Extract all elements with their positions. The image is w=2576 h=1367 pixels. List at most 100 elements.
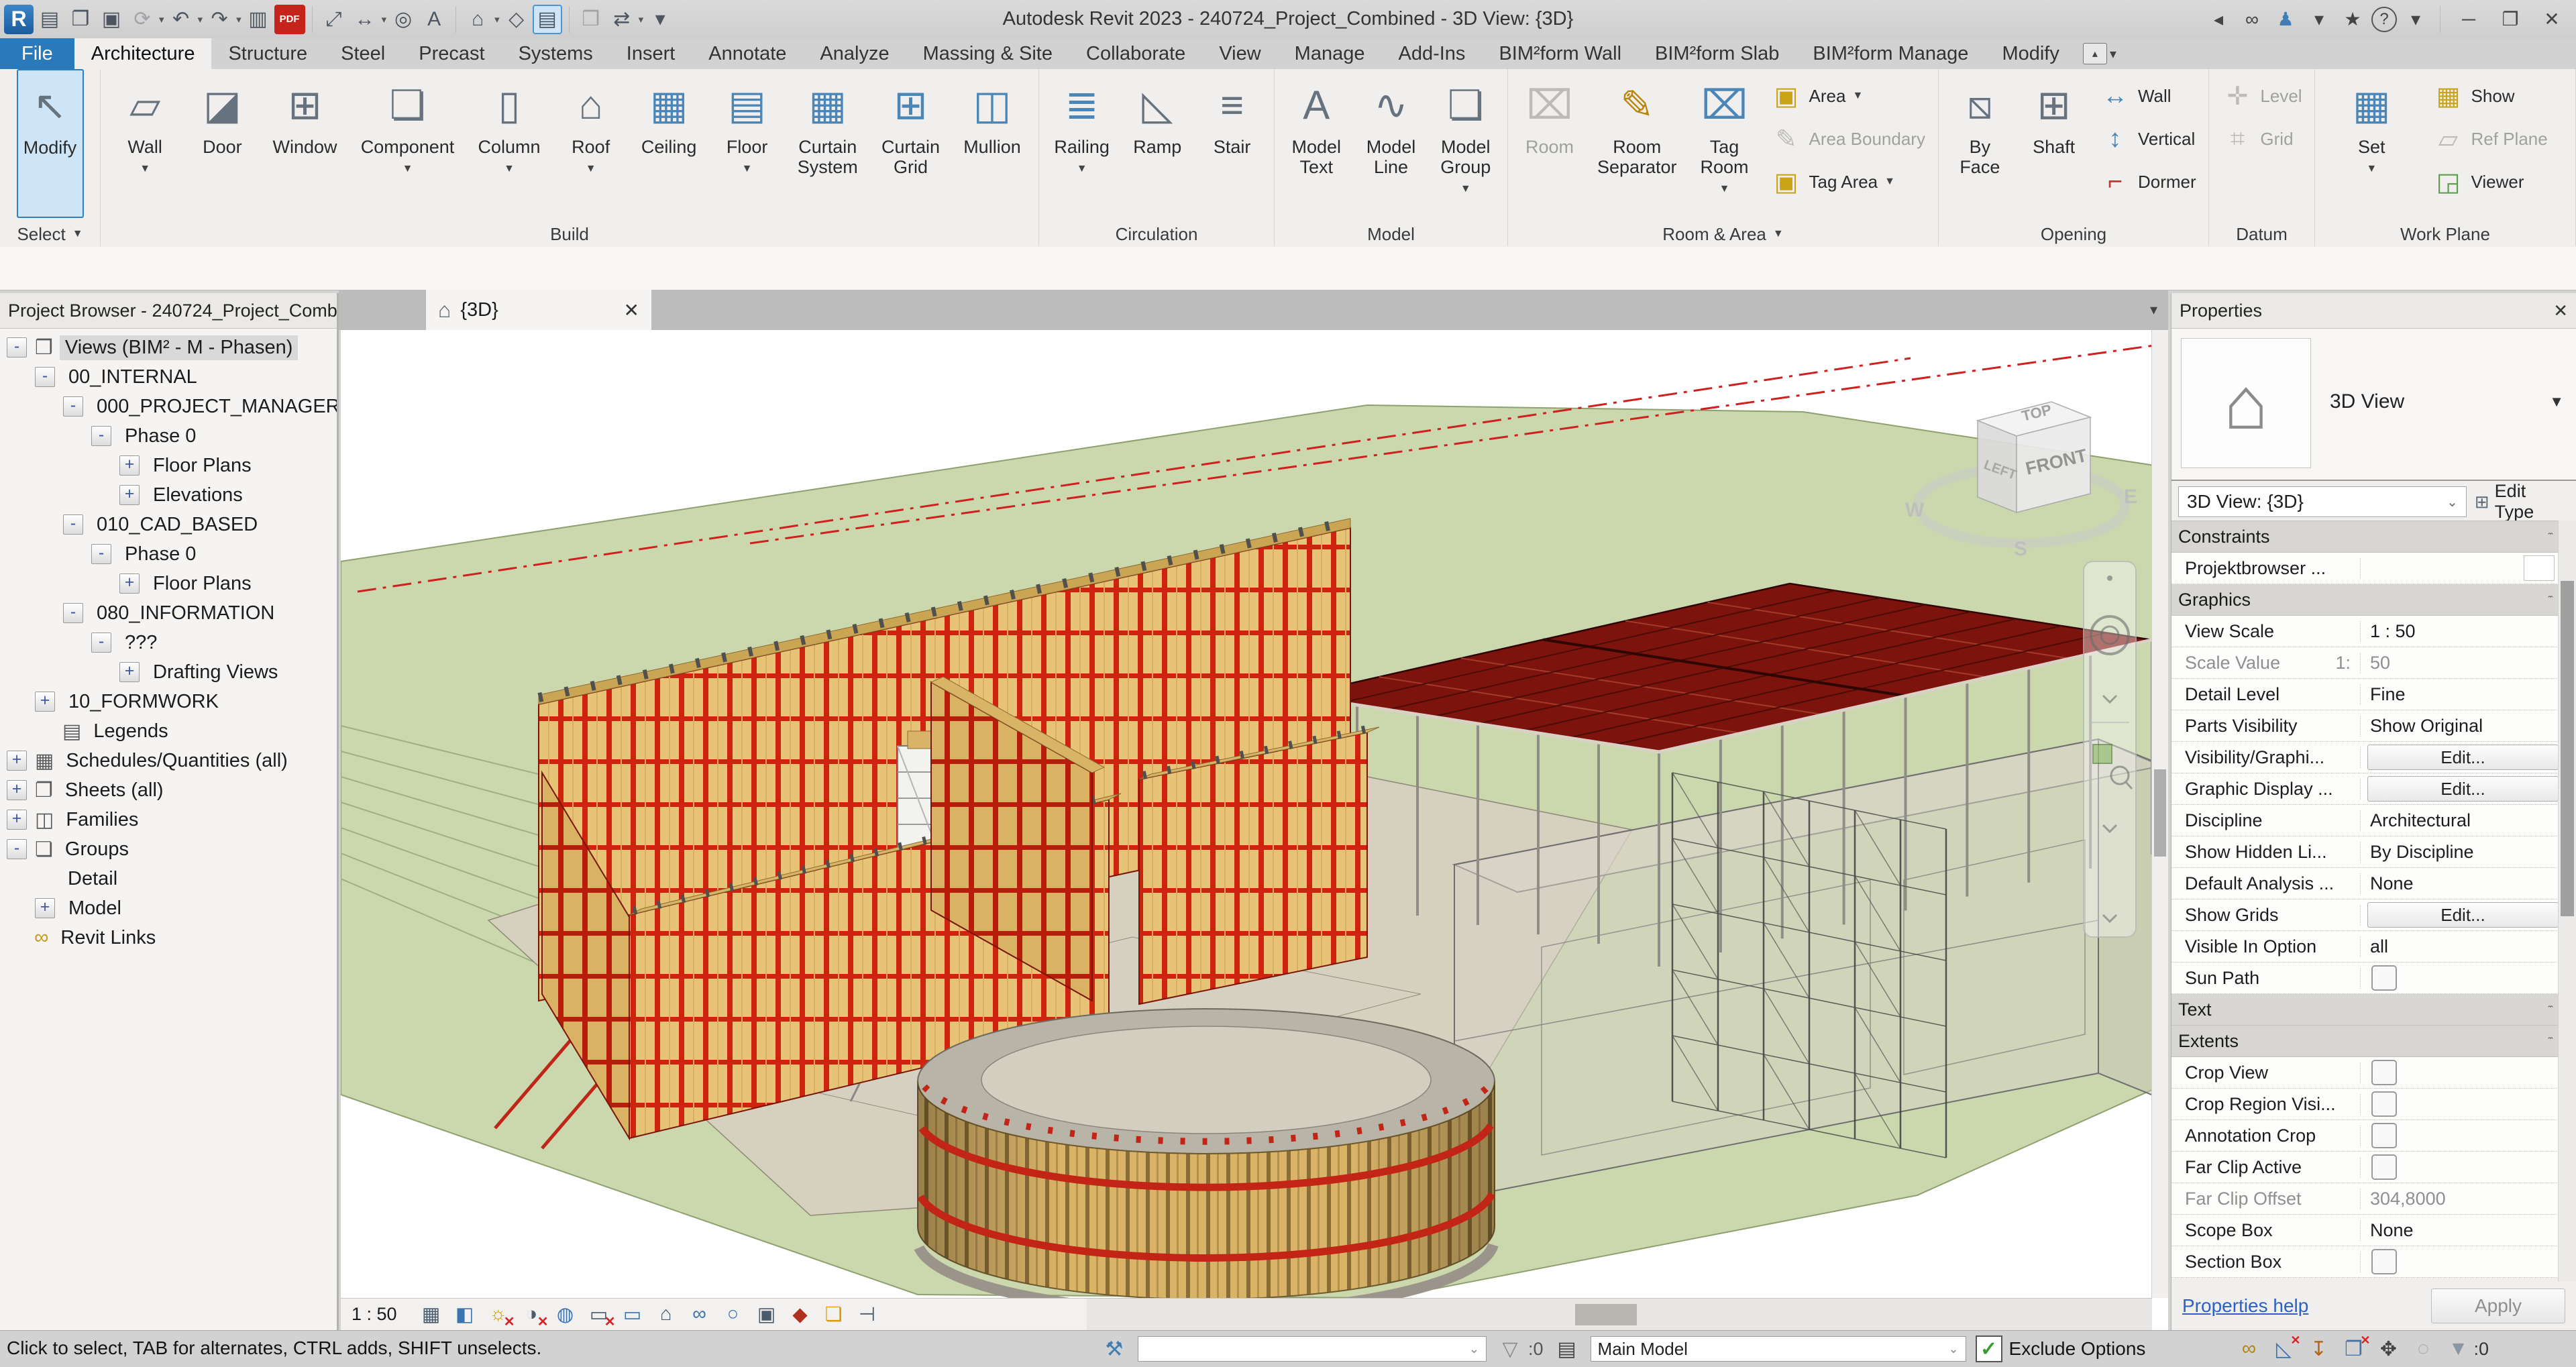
dropdown-chevron-icon[interactable]: ⌄: [1948, 1342, 1958, 1356]
undo-icon[interactable]: ↶: [166, 5, 196, 34]
tree-item-phase-0[interactable]: -Phase 0: [0, 421, 337, 451]
filter-icon[interactable]: ▼: [2444, 1335, 2472, 1363]
ribbon-button-room[interactable]: ⌧Room: [1517, 69, 1582, 218]
tree-collapse-icon[interactable]: -: [63, 396, 83, 417]
export-pdf-icon[interactable]: PDF: [274, 5, 305, 34]
ribbon-button-curtain-system[interactable]: ▦Curtain System: [792, 69, 864, 218]
checkbox-checked-icon[interactable]: ✓: [1976, 1335, 2002, 1362]
select-underlay-elements-icon[interactable]: ◺✕: [2269, 1335, 2298, 1363]
design-options-icon[interactable]: ▤: [1553, 1335, 1581, 1363]
tree-expand-icon[interactable]: +: [7, 810, 27, 830]
ribbon-button-modify[interactable]: ↖Modify: [17, 69, 84, 218]
ribbon-button-dormer[interactable]: ⌐Dormer: [2095, 160, 2200, 203]
tab-file[interactable]: File: [0, 38, 74, 69]
tab-modify[interactable]: Modify: [1985, 38, 2076, 69]
property-checkbox[interactable]: [2371, 1091, 2397, 1117]
restore-button[interactable]: ❐: [2491, 5, 2529, 34]
tree-item-010-cad-based[interactable]: -010_CAD_BASED: [0, 510, 337, 539]
property-value[interactable]: Fine: [2361, 684, 2406, 705]
property-checkbox[interactable]: [2371, 1154, 2397, 1180]
property-value[interactable]: By Discipline: [2361, 842, 2474, 863]
close-properties-icon[interactable]: ✕: [2553, 300, 2568, 321]
tab-bim-form-slab[interactable]: BIM²form Slab: [1638, 38, 1796, 69]
tree-item-sheets-all[interactable]: +❐Sheets (all): [0, 775, 337, 805]
scale-icon[interactable]: ▦: [416, 1302, 447, 1327]
recent-documents-icon[interactable]: ▤: [35, 5, 64, 34]
dropdown-caret-icon[interactable]: ▾: [236, 13, 241, 25]
dropdown-caret-icon[interactable]: ▾: [639, 13, 644, 25]
property-edit-button[interactable]: Edit...: [2367, 776, 2559, 802]
panel-label-work-plane[interactable]: Work Plane: [2315, 222, 2575, 246]
shadows-icon[interactable]: ◑✕: [517, 1302, 547, 1327]
tag-by-category-icon[interactable]: ◎: [388, 5, 418, 34]
panel-label-room-area[interactable]: Room & Area▼: [1508, 222, 1938, 246]
temporary-hide-isolate-icon[interactable]: ○: [718, 1302, 749, 1327]
active-design-option-selector[interactable]: Main Model⌄: [1591, 1336, 1966, 1362]
tree-expand-icon[interactable]: +: [119, 485, 140, 505]
tree-collapse-icon[interactable]: -: [35, 367, 55, 387]
ribbon-collapse-icon[interactable]: ▴: [2083, 43, 2107, 64]
ribbon-button-level[interactable]: ✛Level: [2217, 74, 2306, 117]
property-value[interactable]: 304,8000: [2361, 1189, 2446, 1209]
worksets-icon[interactable]: ⚒: [1100, 1335, 1128, 1363]
tree-item-10-formwork[interactable]: +10_FORMWORK: [0, 687, 337, 716]
type-selector[interactable]: ⌂ 3D View ▼: [2171, 329, 2576, 481]
ribbon-button-ceiling[interactable]: ▦Ceiling: [635, 69, 703, 218]
active-workset-selector[interactable]: ⌄: [1138, 1336, 1487, 1362]
ribbon-button-railing[interactable]: ≣Railing▼: [1048, 69, 1116, 218]
tab-systems[interactable]: Systems: [502, 38, 610, 69]
tree-item-00-internal[interactable]: -00_INTERNAL: [0, 362, 337, 392]
vertical-scroll-thumb[interactable]: [2154, 769, 2166, 857]
section-chevron-icon[interactable]: ˆˆ: [2548, 594, 2559, 606]
panel-label-model[interactable]: Model: [1275, 222, 1507, 246]
ribbon-button-wall[interactable]: ↔Wall: [2095, 74, 2200, 117]
drawing-area[interactable]: W S E TOP FRONT LEFT: [341, 330, 2168, 1330]
navigation-bar[interactable]: [2084, 561, 2136, 937]
exclude-options-checkbox[interactable]: ✓Exclude Options: [1976, 1335, 2146, 1362]
tab-view[interactable]: View: [1202, 38, 1277, 69]
property-section-extents[interactable]: Extentsˆˆ: [2171, 1026, 2559, 1057]
ribbon-button-ref-plane[interactable]: ▱Ref Plane: [2428, 117, 2552, 160]
minimize-button[interactable]: ─: [2450, 5, 2487, 34]
property-value[interactable]: None: [2361, 873, 2414, 894]
tab-annotate[interactable]: Annotate: [692, 38, 803, 69]
tree-item-families[interactable]: +◫Families: [0, 805, 337, 834]
favorites-icon[interactable]: ★: [2338, 5, 2367, 34]
tab-structure[interactable]: Structure: [211, 38, 324, 69]
panel-label-build[interactable]: Build: [101, 222, 1038, 246]
property-section-text[interactable]: Textˆˆ: [2171, 994, 2559, 1026]
tab-architecture[interactable]: Architecture: [74, 38, 212, 69]
unlocked-3d-view-icon[interactable]: ⌂: [651, 1302, 682, 1327]
property-value[interactable]: Show Original: [2361, 716, 2483, 736]
property-checkbox[interactable]: [2371, 965, 2397, 991]
tab-bim-form-wall[interactable]: BIM²form Wall: [1482, 38, 1638, 69]
instance-selector[interactable]: 3D View: {3D} ⌄: [2178, 486, 2467, 517]
open-icon[interactable]: ❐: [66, 5, 95, 34]
ribbon-button-column[interactable]: ▯Column▼: [472, 69, 546, 218]
dropdown-chevron-icon[interactable]: ⌄: [1469, 1342, 1479, 1356]
tree-collapse-icon[interactable]: -: [91, 426, 111, 446]
crop-region-visibility-icon[interactable]: ▭: [617, 1302, 648, 1327]
tab-insert[interactable]: Insert: [610, 38, 692, 69]
type-selector-caret-icon[interactable]: ▼: [2549, 393, 2564, 411]
print-icon[interactable]: ▥: [244, 5, 273, 34]
project-browser-header[interactable]: Project Browser - 240724_Project_Combi..…: [0, 293, 337, 329]
detail-level-icon[interactable]: ◧: [449, 1302, 480, 1327]
section-icon[interactable]: ◇: [502, 5, 531, 34]
sun-settings-icon[interactable]: ☼✕: [483, 1302, 514, 1327]
qat-collapse-icon[interactable]: ◂: [2204, 5, 2233, 34]
ribbon-button-mullion[interactable]: ◫Mullion: [957, 69, 1027, 218]
aligned-dimension-icon[interactable]: ⤢: [319, 5, 349, 34]
select-pinned-elements-icon[interactable]: ↧: [2304, 1335, 2332, 1363]
tree-item-views-bim-m-phasen[interactable]: -❒Views (BIM² - M - Phasen): [0, 333, 337, 362]
ribbon-button-tag-area[interactable]: ▣Tag Area▼: [1766, 160, 1929, 203]
signin-chevron-icon[interactable]: ▾: [2304, 5, 2334, 34]
view-list-chevron-icon[interactable]: ▾: [2150, 301, 2168, 319]
user-account-icon[interactable]: ♟: [2271, 5, 2300, 34]
ribbon-button-model-text[interactable]: AModel Text: [1283, 69, 1349, 218]
tree-expand-icon[interactable]: +: [7, 780, 27, 800]
tree-item-[interactable]: -???: [0, 628, 337, 657]
revit-logo[interactable]: R: [4, 5, 34, 34]
ribbon-button-door[interactable]: ◪Door: [189, 69, 255, 218]
tree-collapse-icon[interactable]: -: [91, 633, 111, 653]
